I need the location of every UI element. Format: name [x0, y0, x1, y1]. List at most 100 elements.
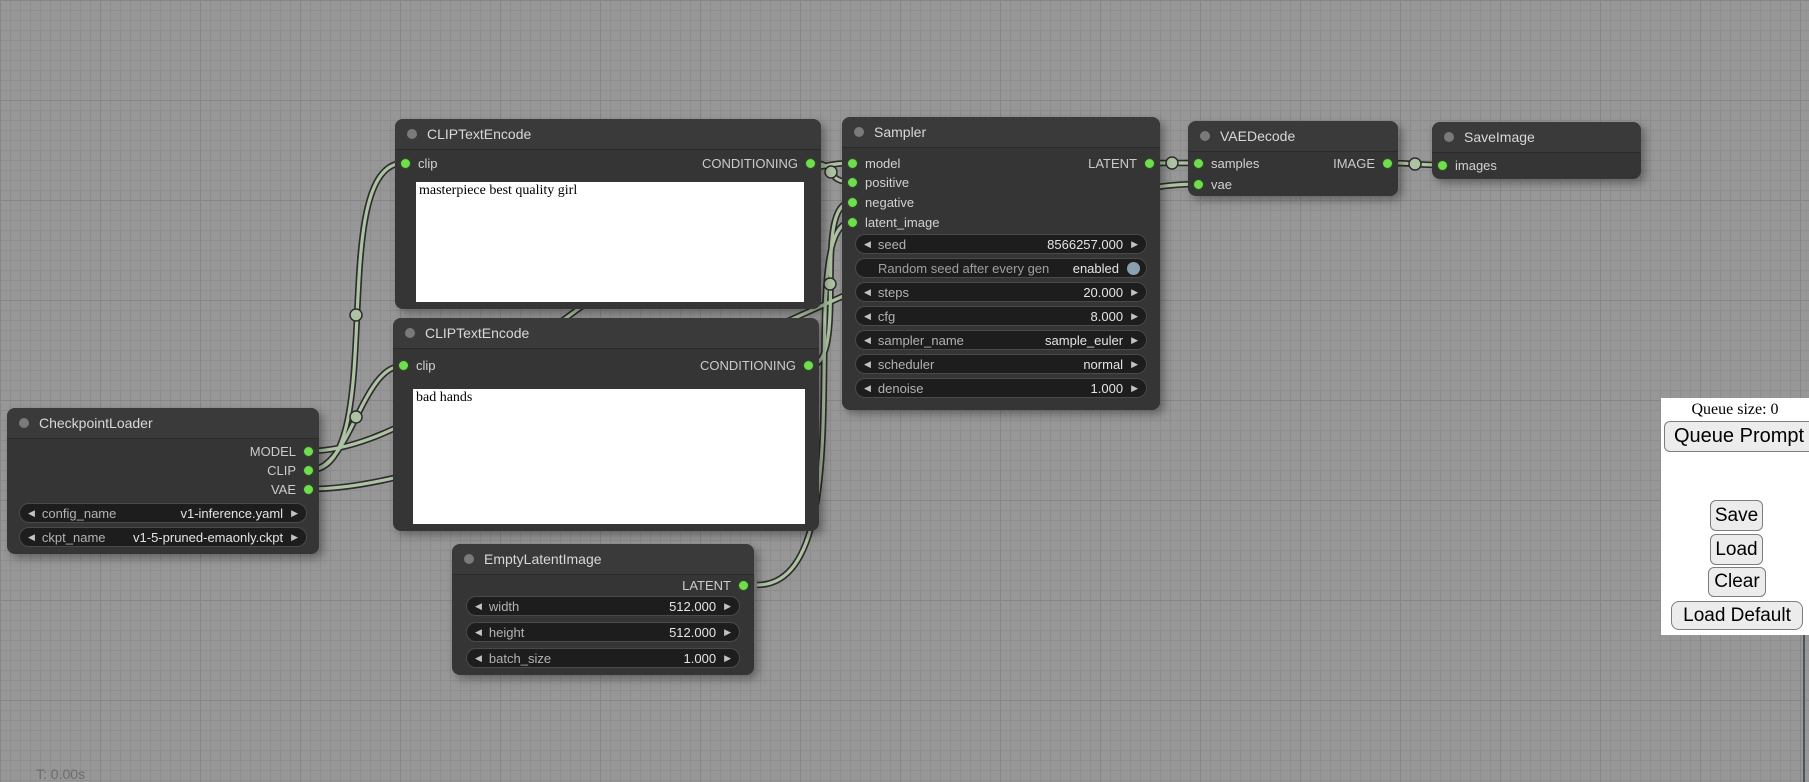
node-title-bar[interactable]: VAEDecode [1188, 121, 1398, 152]
widget-sampler-name[interactable]: ◀ sampler_name sample_euler ▶ [855, 330, 1147, 350]
input-slot-images[interactable]: images [1437, 155, 1497, 175]
collapse-dot-icon[interactable] [464, 554, 474, 564]
output-slot-latent[interactable]: LATENT [682, 575, 749, 595]
slot-dot-icon[interactable] [805, 158, 816, 169]
collapse-dot-icon[interactable] [1444, 132, 1454, 142]
arrow-right-icon[interactable]: ▶ [1131, 288, 1138, 297]
widget-cfg[interactable]: ◀ cfg 8.000 ▶ [855, 306, 1147, 326]
input-slot-vae[interactable]: vae [1193, 174, 1232, 194]
input-slot-positive[interactable]: positive [847, 172, 909, 192]
collapse-dot-icon[interactable] [854, 127, 864, 137]
widget-scheduler[interactable]: ◀ scheduler normal ▶ [855, 354, 1147, 374]
input-slot-clip[interactable]: clip [398, 355, 436, 375]
arrow-right-icon[interactable]: ▶ [1131, 336, 1138, 345]
widget-random-seed-toggle[interactable]: Random seed after every gen enabled [855, 258, 1147, 278]
node-title-bar[interactable]: Sampler [842, 117, 1160, 148]
widget-batch-size[interactable]: ◀ batch_size 1.000 ▶ [466, 648, 740, 668]
collapse-dot-icon[interactable] [407, 129, 417, 139]
load-button[interactable]: Load [1710, 534, 1763, 565]
widget-width[interactable]: ◀ width 512.000 ▶ [466, 596, 740, 616]
arrow-left-icon[interactable]: ◀ [28, 509, 35, 518]
node-title-bar[interactable]: SaveImage [1432, 122, 1641, 153]
arrow-right-icon[interactable]: ▶ [1131, 384, 1138, 393]
widget-seed[interactable]: ◀ seed 8566257.000 ▶ [855, 234, 1147, 254]
arrow-left-icon[interactable]: ◀ [864, 336, 871, 345]
input-slot-samples[interactable]: samples [1193, 153, 1259, 173]
collapse-dot-icon[interactable] [19, 418, 29, 428]
collapse-dot-icon[interactable] [405, 328, 415, 338]
node-sampler[interactable]: Sampler model positive negative latent_i… [842, 117, 1160, 410]
slot-dot-icon[interactable] [847, 197, 858, 208]
slot-dot-icon[interactable] [303, 465, 314, 476]
slot-dot-icon[interactable] [847, 158, 858, 169]
slot-dot-icon[interactable] [303, 484, 314, 495]
node-save-image[interactable]: SaveImage images [1432, 122, 1641, 179]
arrow-left-icon[interactable]: ◀ [475, 654, 482, 663]
widget-label: scheduler [878, 357, 1083, 372]
arrow-right-icon[interactable]: ▶ [1131, 240, 1138, 249]
canvas-background[interactable]: { "canvas": { "stats_text": "T: 0.00s" }… [0, 0, 1809, 782]
node-clip-text-encode-positive[interactable]: CLIPTextEncode clip CONDITIONING masterp… [395, 119, 821, 309]
arrow-left-icon[interactable]: ◀ [864, 240, 871, 249]
arrow-left-icon[interactable]: ◀ [864, 384, 871, 393]
arrow-left-icon[interactable]: ◀ [475, 628, 482, 637]
widget-height[interactable]: ◀ height 512.000 ▶ [466, 622, 740, 642]
slot-dot-icon[interactable] [1193, 179, 1204, 190]
widget-value: 512.000 [669, 625, 716, 640]
output-slot-latent[interactable]: LATENT [1088, 153, 1155, 173]
node-title-bar[interactable]: CheckpointLoader [7, 408, 319, 439]
slot-dot-icon[interactable] [847, 217, 858, 228]
prompt-textarea[interactable]: bad hands [413, 389, 805, 524]
node-vae-decode[interactable]: VAEDecode samples vae IMAGE [1188, 121, 1398, 196]
output-slot-conditioning[interactable]: CONDITIONING [700, 355, 814, 375]
arrow-left-icon[interactable]: ◀ [475, 602, 482, 611]
output-slot-model[interactable]: MODEL [250, 441, 314, 461]
node-title-bar[interactable]: CLIPTextEncode [395, 119, 821, 150]
arrow-left-icon[interactable]: ◀ [864, 312, 871, 321]
arrow-right-icon[interactable]: ▶ [1131, 312, 1138, 321]
slot-dot-icon[interactable] [1382, 158, 1393, 169]
queue-prompt-button[interactable]: Queue Prompt [1664, 421, 1809, 452]
slot-dot-icon[interactable] [1193, 158, 1204, 169]
node-title-bar[interactable]: CLIPTextEncode [393, 318, 819, 349]
input-slot-clip[interactable]: clip [400, 153, 438, 173]
clear-button[interactable]: Clear [1708, 567, 1766, 597]
prompt-textarea[interactable]: masterpiece best quality girl [416, 182, 804, 302]
slot-dot-icon[interactable] [303, 446, 314, 457]
widget-ckpt-name[interactable]: ◀ ckpt_name v1-5-pruned-emaonly.ckpt ▶ [19, 527, 307, 547]
arrow-left-icon[interactable]: ◀ [864, 360, 871, 369]
widget-denoise[interactable]: ◀ denoise 1.000 ▶ [855, 378, 1147, 398]
slot-dot-icon[interactable] [738, 580, 749, 591]
input-slot-latent-image[interactable]: latent_image [847, 212, 939, 232]
arrow-right-icon[interactable]: ▶ [1131, 360, 1138, 369]
collapse-dot-icon[interactable] [1200, 131, 1210, 141]
slot-dot-icon[interactable] [803, 360, 814, 371]
arrow-right-icon[interactable]: ▶ [724, 628, 731, 637]
arrow-right-icon[interactable]: ▶ [291, 533, 298, 542]
node-checkpoint-loader[interactable]: CheckpointLoader MODEL CLIP VAE ◀ config… [7, 408, 319, 554]
slot-dot-icon[interactable] [400, 158, 411, 169]
node-clip-text-encode-negative[interactable]: CLIPTextEncode clip CONDITIONING bad han… [393, 318, 819, 531]
slot-dot-icon[interactable] [1437, 160, 1448, 171]
toggle-dot-icon[interactable] [1127, 262, 1140, 275]
arrow-left-icon[interactable]: ◀ [28, 533, 35, 542]
widget-config-name[interactable]: ◀ config_name v1-inference.yaml ▶ [19, 503, 307, 523]
output-slot-clip[interactable]: CLIP [267, 460, 314, 480]
node-title-bar[interactable]: EmptyLatentImage [452, 544, 754, 575]
slot-dot-icon[interactable] [398, 360, 409, 371]
slot-dot-icon[interactable] [1144, 158, 1155, 169]
load-default-button[interactable]: Load Default [1671, 601, 1803, 630]
arrow-right-icon[interactable]: ▶ [724, 602, 731, 611]
output-slot-image[interactable]: IMAGE [1333, 153, 1393, 173]
slot-dot-icon[interactable] [847, 177, 858, 188]
output-slot-vae[interactable]: VAE [271, 479, 314, 499]
input-slot-negative[interactable]: negative [847, 192, 914, 212]
arrow-right-icon[interactable]: ▶ [724, 654, 731, 663]
save-button[interactable]: Save [1710, 500, 1763, 531]
arrow-left-icon[interactable]: ◀ [864, 288, 871, 297]
input-slot-model[interactable]: model [847, 153, 900, 173]
output-slot-conditioning[interactable]: CONDITIONING [702, 153, 816, 173]
arrow-right-icon[interactable]: ▶ [291, 509, 298, 518]
node-empty-latent-image[interactable]: EmptyLatentImage LATENT ◀ width 512.000 … [452, 544, 754, 675]
widget-steps[interactable]: ◀ steps 20.000 ▶ [855, 282, 1147, 302]
